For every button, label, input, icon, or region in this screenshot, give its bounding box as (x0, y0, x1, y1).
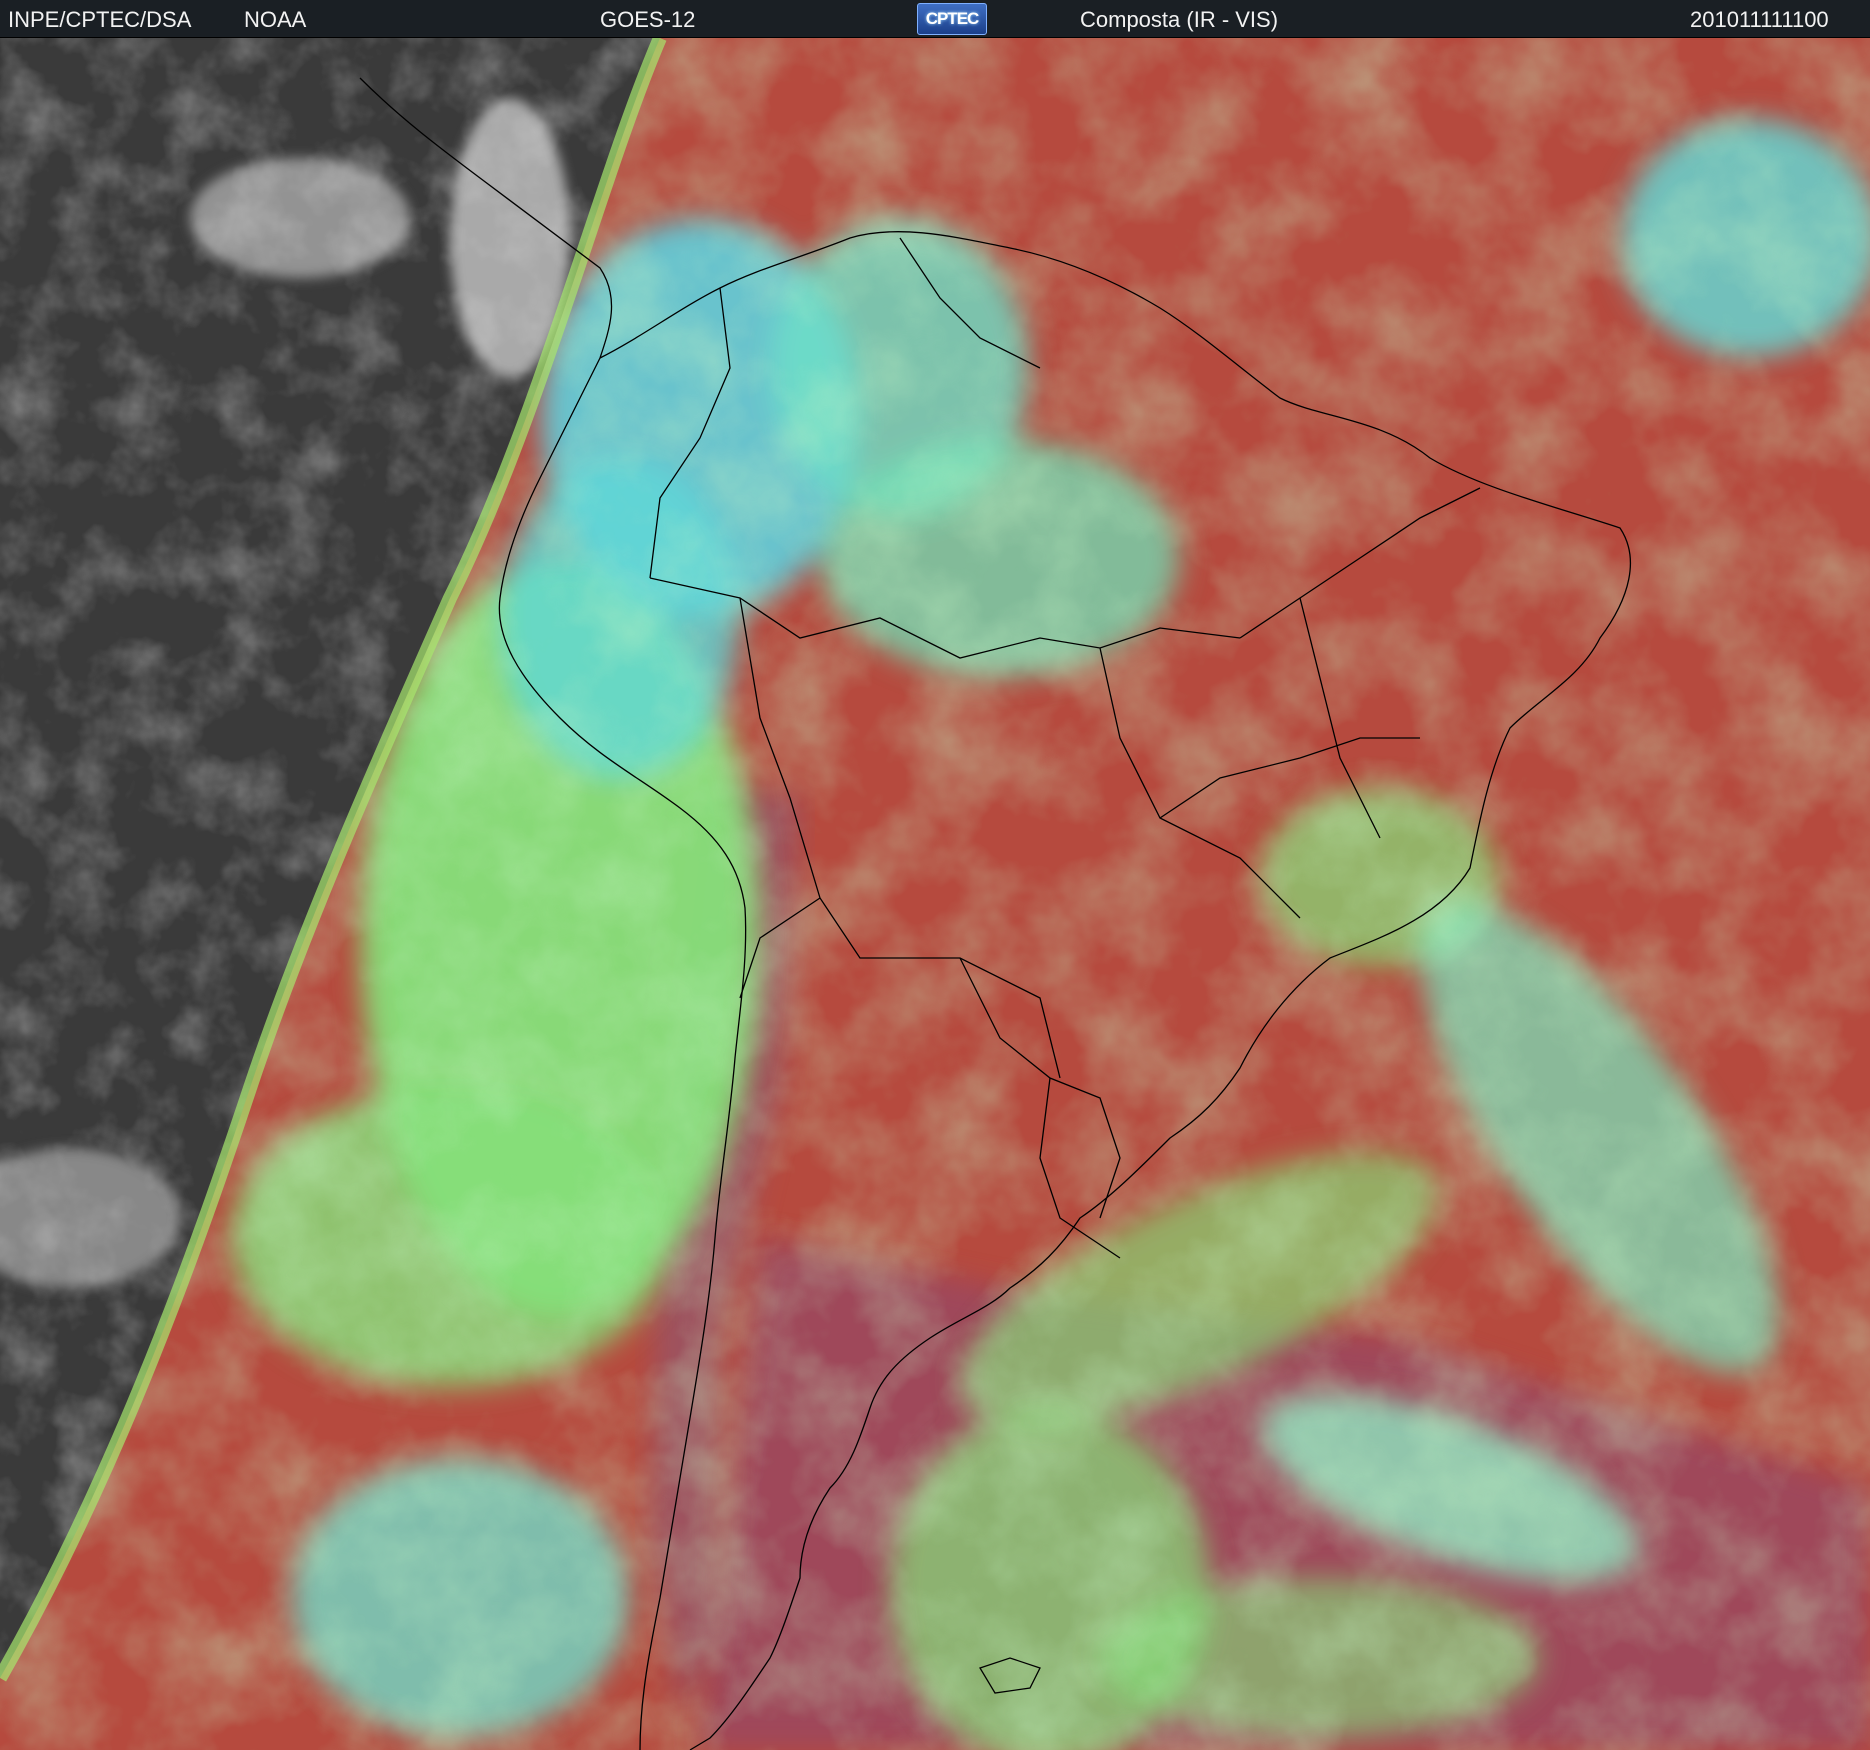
agency-label: NOAA (244, 7, 307, 32)
satellite-label: GOES-12 (600, 7, 696, 32)
cptec-logo: CPTEC (917, 3, 987, 35)
product-label: Composta (IR - VIS) (1080, 7, 1279, 32)
image-header: INPE/CPTEC/DSA NOAA GOES-12 CPTEC Compos… (0, 0, 1870, 38)
logo-text: CPTEC (925, 9, 980, 28)
source-label: INPE/CPTEC/DSA (8, 7, 192, 32)
timestamp-label: 201011111100 (1690, 7, 1829, 32)
satellite-composite-image (0, 38, 1870, 1750)
